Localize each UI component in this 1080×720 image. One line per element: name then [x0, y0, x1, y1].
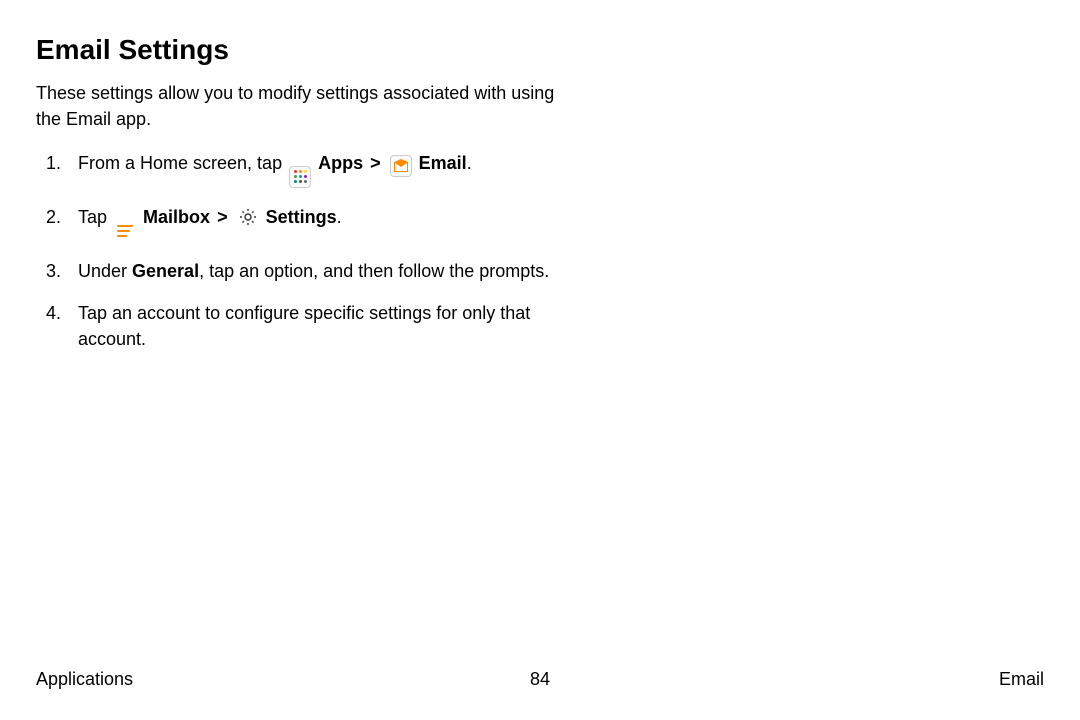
settings-label: Settings — [266, 207, 337, 227]
page-number: 84 — [530, 669, 550, 690]
footer-left: Applications — [36, 669, 133, 690]
step-2: Tap Mailbox > Settings. — [36, 204, 596, 242]
step1-period: . — [467, 153, 472, 173]
settings-icon — [237, 206, 259, 228]
step2-pre: Tap — [78, 207, 112, 227]
general-label: General — [132, 261, 199, 281]
page-footer: Applications 84 Email — [36, 669, 1044, 690]
email-label: Email — [419, 153, 467, 173]
step-1: From a Home screen, tap Apps > Email. — [36, 150, 596, 188]
mailbox-label: Mailbox — [143, 207, 210, 227]
mailbox-icon — [114, 220, 136, 242]
apps-label: Apps — [318, 153, 363, 173]
step-4: Tap an account to configure specific set… — [36, 300, 596, 352]
step-3: Under General, tap an option, and then f… — [36, 258, 596, 284]
step2-period: . — [337, 207, 342, 227]
chevron-icon: > — [217, 204, 228, 230]
step1-pre: From a Home screen, tap — [78, 153, 287, 173]
page-title: Email Settings — [36, 34, 1044, 66]
chevron-icon: > — [370, 150, 381, 176]
step3-pre: Under — [78, 261, 132, 281]
steps-list: From a Home screen, tap Apps > Email. Ta… — [36, 150, 596, 352]
apps-icon — [289, 166, 311, 188]
footer-right: Email — [999, 669, 1044, 690]
email-icon — [390, 155, 412, 177]
intro-text: These settings allow you to modify setti… — [36, 80, 576, 132]
step3-rest: , tap an option, and then follow the pro… — [199, 261, 549, 281]
